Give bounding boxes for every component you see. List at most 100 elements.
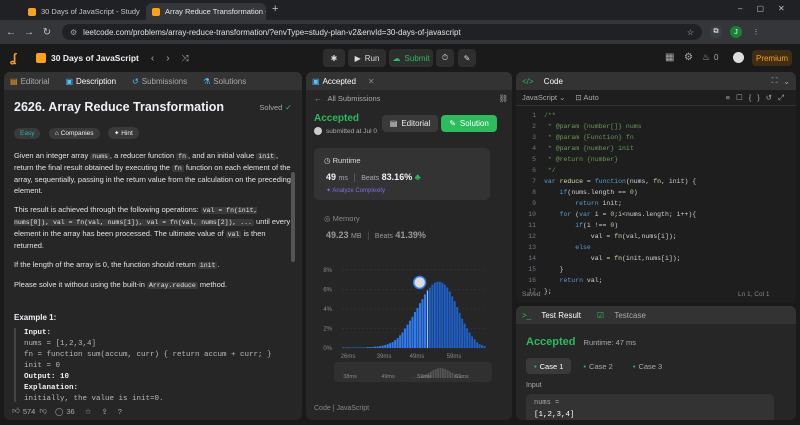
editorial-button[interactable]: ▤ Editorial [382,115,438,132]
layout-icon[interactable]: ▦ [665,52,674,63]
code-text: return init; [575,200,623,207]
case-2-tab[interactable]: • Case 2 [575,358,620,374]
prev-problem-icon[interactable]: ‹ [151,53,154,64]
memory-icon: ◎ [324,214,333,223]
user-avatar[interactable] [733,52,744,63]
browser-tab[interactable]: 30 Days of JavaScript - Study P × [22,3,142,20]
back-icon[interactable]: ← [4,27,18,38]
back-to-submissions[interactable]: ← All Submissions ⛓ [314,94,508,103]
code-line: 10 for (var i = 0;i<nums.length; i++){ [522,209,796,220]
solution-label: Solution [459,119,489,128]
distribution-bar [381,345,384,348]
hint-label: Hint [121,130,133,137]
navigator-bar [451,373,454,378]
case-3-tab[interactable]: • Case 3 [625,358,670,374]
comment-icon[interactable]: ◯ [55,407,63,416]
premium-button[interactable]: Premium [752,50,792,66]
leetcode-favicon [28,7,36,16]
difficulty-badge[interactable]: Easy [14,128,41,139]
history-icon: ↺ [132,76,139,86]
tab-editorial[interactable]: ▤ Editorial [10,77,57,86]
code-area[interactable]: 1/** 2 * @param {number[]} nums 3 * @param… [516,106,796,297]
next-problem-icon[interactable]: › [166,53,169,64]
browser-tab-active[interactable]: Array Reduce Transformation - L × [146,3,266,20]
distribution-bar [441,282,444,348]
tab-testcase[interactable]: ☑ Testcase [597,311,654,320]
navigator-bar [434,369,437,378]
editor-actions[interactable]: ≡☐{}↺⤢ [726,93,790,103]
y-tick-label: 6% [323,288,332,294]
auto-label: Auto [583,93,599,102]
hint-chip[interactable]: ✦ Hint [107,127,139,139]
memory-unit: MB [351,233,362,240]
language-select[interactable]: JavaScript ⌄ [522,93,565,102]
code-text: * @param {number} init [544,145,634,152]
example-line: Output: 10 [24,373,70,381]
analyze-link[interactable]: Analyze Complexity [332,188,385,194]
tab-solutions[interactable]: ⚗ Solutions [203,77,254,86]
line-number: 11 [528,222,536,229]
debug-button[interactable]: ✱ [323,49,345,67]
bookmark-star-icon[interactable]: ☆ [687,28,694,37]
memory-stats[interactable]: 49.23 MB | Beats 41.39% [326,230,426,240]
code-text: return val; [559,277,603,284]
line-number: 16 [528,277,536,284]
book-icon: ▤ [10,76,18,86]
url-bar[interactable]: ⚙ leetcode.com/problems/array-reduce-tra… [62,24,702,40]
result-runtime: Runtime: 47 ms [583,338,637,347]
solution-button[interactable]: ✎ Solution [441,115,497,132]
autocomplete-toggle[interactable]: ⊡ Auto [575,93,598,102]
code-tab[interactable]: </> Code [522,77,571,86]
editor-header: </> Code ⛶ ⌄ [516,72,796,90]
text: , a reducer function [109,151,177,160]
reload-icon[interactable]: ↻ [40,27,54,38]
window-controls[interactable]: –▢✕ [738,4,799,13]
forward-icon[interactable]: → [22,27,36,38]
runtime-card[interactable]: ◷ Runtime 49 ms | Beats 83.16% ♣ ✦ Analy… [314,148,490,200]
maximize-icon[interactable]: ⛶ [772,76,778,86]
new-tab-button[interactable]: + [272,3,278,15]
star-icon[interactable]: ☆ [85,407,92,416]
leetcode-header: ʆ 30 Days of JavaScript ‹ › ⤨ ✱ ▶ Run ☁ … [0,44,800,72]
extension-icon[interactable]: ⧉ [710,26,722,38]
tab-submissions[interactable]: ↺ Submissions [132,77,195,86]
leetcode-logo-icon[interactable]: ʆ [10,51,24,65]
case-1-tab[interactable]: • Case 1 [526,358,572,374]
x-tick-label: 39ms [377,354,392,360]
distribution-bar [463,323,466,348]
settings-icon[interactable]: ⚙ [684,52,693,63]
code-line: 11 if(i !== 0) [522,220,796,231]
tab-accepted[interactable]: ▣ Accepted ✕ [312,77,383,86]
run-label: Run [364,53,380,63]
profile-avatar[interactable]: J [730,26,742,38]
run-button[interactable]: ▶ Run [348,49,386,67]
scrollbar[interactable] [291,172,295,262]
companies-chip[interactable]: ⌂ Companies [48,128,100,139]
dot-icon: • [583,361,587,371]
link-icon[interactable]: ⛓ [498,94,508,103]
shuffle-icon[interactable]: ⤨ [182,53,189,64]
line-number: 5 [532,156,536,163]
distribution-bar [418,303,421,348]
submit-button[interactable]: ☁ Submit [389,49,433,67]
runtime-distribution-chart[interactable]: 8% 6% 4% 2% 0% 26ms 39ms 49ms 59ms 38ms 49ms 59ms 69… [306,262,512,392]
thumbs-up-icon[interactable]: 👍︎ [12,406,20,416]
tab-description[interactable]: ▣ Description [65,77,124,86]
thumbs-down-icon[interactable]: 👎︎ [39,406,47,416]
share-icon[interactable]: ⇪ [101,407,107,416]
language-label: JavaScript [522,93,558,102]
back-label: All Submissions [327,94,381,103]
notes-icon[interactable]: ✎ [458,49,476,67]
help-icon[interactable]: ? [118,407,122,416]
close-icon[interactable]: ✕ [368,77,375,86]
beats-label: Beats [361,175,380,182]
text: , and an initial value [188,151,257,160]
minimize-icon[interactable]: ⌄ [783,77,790,86]
study-plan-title[interactable]: 30 Days of JavaScript [51,53,139,63]
menu-icon[interactable]: ⋮ [750,26,762,38]
site-info-icon[interactable]: ⚙ [70,28,77,37]
tab-test-result[interactable]: >_ Test Result [522,311,589,320]
timer-icon[interactable]: ⏱ [436,49,454,67]
code-text: * @return {number} [544,156,619,163]
distribution-bar [471,336,474,348]
